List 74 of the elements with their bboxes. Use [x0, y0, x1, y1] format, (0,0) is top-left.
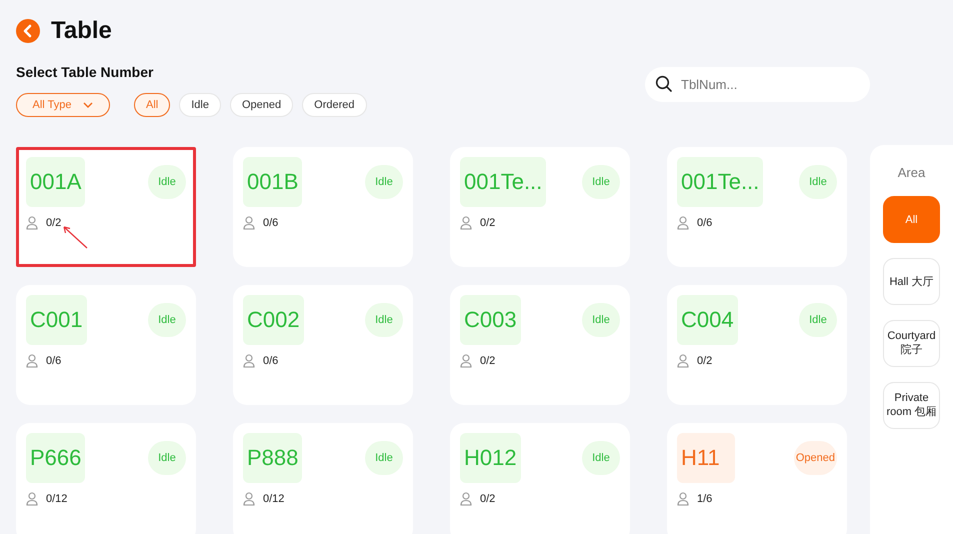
guest-count: 0/6 — [46, 355, 62, 367]
table-number: C002 — [243, 295, 304, 345]
guest-count: 0/2 — [697, 355, 712, 367]
guest-count: 0/12 — [46, 493, 68, 505]
guest-count: 0/6 — [697, 217, 712, 229]
area-button[interactable]: Hall 大厅 — [883, 258, 940, 305]
table-number: 001Te... — [677, 157, 764, 207]
table-number: P888 — [243, 433, 302, 483]
table-card[interactable]: 001B Idle 0/6 — [233, 147, 413, 267]
table-card[interactable]: C004 Idle 0/2 — [667, 285, 847, 405]
guest-count: 0/6 — [263, 217, 278, 229]
status-badge: Idle — [799, 165, 837, 199]
person-icon — [243, 216, 255, 230]
table-card[interactable]: C002 Idle 0/6 — [233, 285, 413, 405]
table-number: 001Te... — [460, 157, 546, 207]
status-badge: Idle — [365, 441, 403, 475]
table-number: 001B — [243, 157, 302, 207]
person-icon — [677, 216, 689, 230]
status-badge: Idle — [365, 303, 403, 337]
table-card[interactable]: C003 Idle 0/2 — [450, 285, 630, 405]
status-badge: Idle — [799, 303, 837, 337]
status-badge: Opened — [794, 441, 837, 475]
back-icon — [16, 19, 40, 43]
guest-count: 0/6 — [263, 355, 278, 367]
status-badge: Idle — [365, 165, 403, 199]
status-badge: Idle — [148, 441, 186, 475]
status-filter-chip[interactable]: Ordered — [302, 93, 366, 117]
table-card[interactable]: C001 Idle 0/6 — [16, 285, 196, 405]
guest-count: 0/2 — [480, 217, 496, 229]
guest-count: 0/2 — [480, 355, 496, 367]
guest-count: 0/2 — [46, 217, 62, 229]
person-icon — [677, 492, 689, 506]
table-card[interactable]: P666 Idle 0/12 — [16, 423, 196, 534]
guest-count: 0/12 — [263, 493, 284, 505]
guest-count: 1/6 — [697, 493, 712, 505]
table-number: C004 — [677, 295, 738, 345]
table-card[interactable]: P888 Idle 0/12 — [233, 423, 413, 534]
table-card[interactable]: H11 Opened 1/6 — [667, 423, 847, 534]
table-number: 001A — [26, 157, 86, 207]
page-title: Table — [51, 17, 112, 45]
table-number: H11 — [677, 433, 735, 483]
table-number: H012 — [460, 433, 521, 483]
status-badge: Idle — [582, 441, 620, 475]
table-number: C001 — [26, 295, 87, 345]
person-icon — [460, 492, 472, 506]
annotation-arrow — [61, 224, 89, 250]
status-badge: Idle — [148, 303, 186, 337]
section-title: Select Table Number — [16, 64, 154, 80]
search-field[interactable]: TblNum... — [645, 67, 870, 102]
person-icon — [243, 492, 255, 506]
table-card[interactable]: 001Te... Idle 0/6 — [667, 147, 847, 267]
table-card[interactable]: 001Te... Idle 0/2 — [450, 147, 630, 267]
status-badge: Idle — [582, 303, 620, 337]
table-card[interactable]: H012 Idle 0/2 — [450, 423, 630, 534]
status-filter-chip[interactable]: Idle — [179, 93, 221, 117]
table-number: P666 — [26, 433, 86, 483]
person-icon — [26, 492, 38, 506]
guest-count: 0/2 — [480, 493, 496, 505]
status-badge: Idle — [148, 165, 186, 199]
table-card[interactable]: 001A Idle 0/2 — [16, 147, 196, 267]
area-title: Area — [898, 165, 926, 180]
back-button[interactable] — [16, 19, 40, 43]
area-button[interactable]: Courtyard 院子 — [883, 320, 940, 367]
status-filter-chip[interactable]: Opened — [230, 93, 294, 117]
area-button[interactable]: Private room 包厢 — [883, 382, 940, 429]
person-icon — [26, 216, 38, 230]
person-icon — [460, 354, 472, 368]
person-icon — [460, 216, 472, 230]
person-icon — [243, 354, 255, 368]
status-badge: Idle — [582, 165, 620, 199]
person-icon — [677, 354, 689, 368]
person-icon — [26, 354, 38, 368]
chevron-down-icon — [83, 102, 94, 108]
table-number: C003 — [460, 295, 521, 345]
